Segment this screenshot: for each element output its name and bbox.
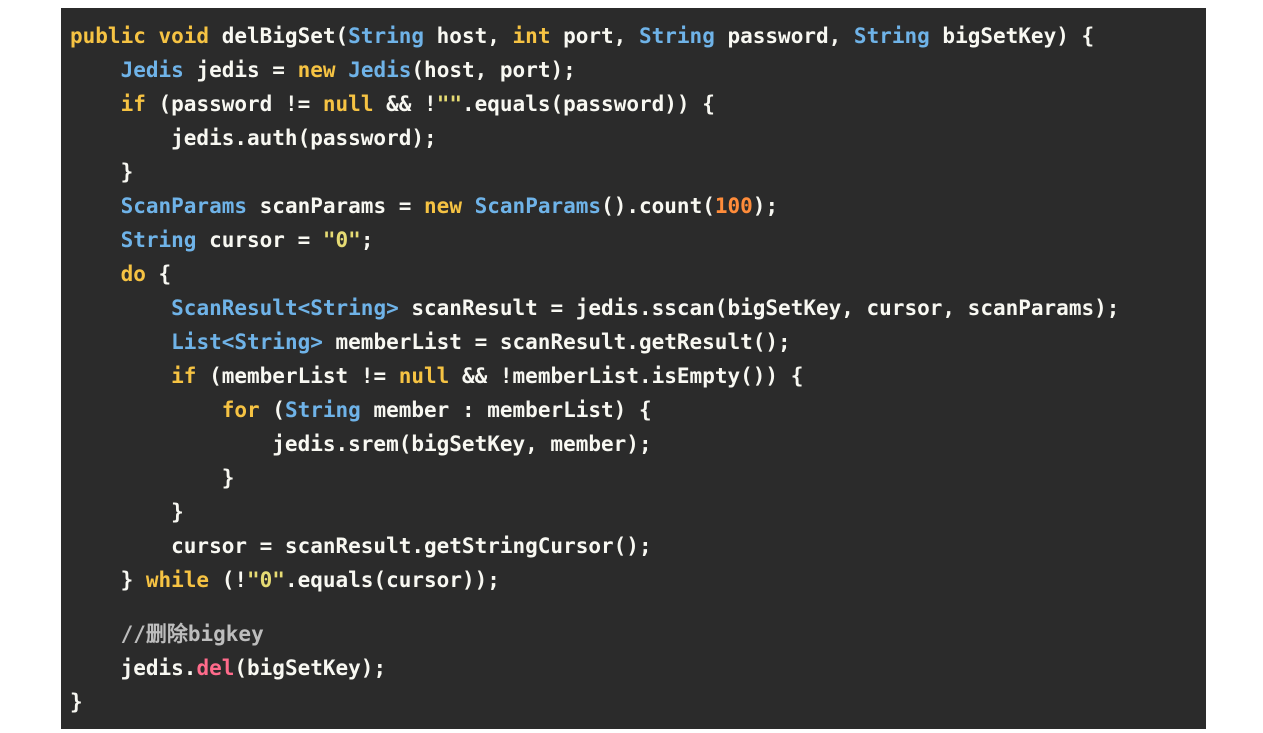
code-token-type: Jedis [120, 58, 184, 82]
code-token-keyword: new [424, 194, 462, 218]
code-token-plain: scanParams = [247, 194, 425, 218]
code-line: jedis.del(bigSetKey); [61, 651, 1206, 685]
code-line: public void delBigSet(String host, int p… [61, 19, 1206, 53]
code-token-string: "" [436, 92, 462, 116]
code-token-keyword: if [120, 92, 146, 116]
code-line: cursor = scanResult.getStringCursor(); [61, 529, 1206, 563]
code-token-plain: member : memberList) { [360, 398, 652, 422]
code-line: ScanParams scanParams = new ScanParams()… [61, 189, 1206, 223]
code-token-plain: ; [360, 228, 374, 252]
code-token-plain: cursor = [196, 228, 323, 252]
code-token-type: List<String> [171, 330, 323, 354]
code-token-string: "0" [322, 228, 361, 252]
code-token-plain: jedis.srem(bigSetKey, member); [70, 432, 652, 456]
code-line: ScanResult<String> scanResult = jedis.ss… [61, 291, 1206, 325]
code-token-type: Jedis [348, 58, 412, 82]
code-token-type: String [638, 24, 715, 48]
code-token-comment: //删除bigkey [120, 622, 264, 646]
code-token-type: ScanResult<String> [171, 296, 399, 320]
code-line: List<String> memberList = scanResult.get… [61, 325, 1206, 359]
code-line: jedis.srem(bigSetKey, member); [61, 427, 1206, 461]
code-token-type: String [853, 24, 930, 48]
code-token-plain: .equals(cursor)); [284, 568, 500, 592]
code-token-keyword: for [221, 398, 260, 422]
code-token-keyword: public void [70, 24, 222, 48]
code-token-plain: } [70, 500, 184, 524]
code-line: //删除bigkey [61, 617, 1206, 651]
code-token-plain: } [70, 568, 146, 592]
code-token-plain: } [70, 690, 83, 714]
code-token-type: String [348, 24, 425, 48]
code-token-plain: jedis.auth(password); [70, 126, 437, 150]
code-token-keyword: if [171, 364, 197, 388]
code-token-keyword: int [512, 24, 551, 48]
code-line: } [61, 685, 1206, 719]
code-line: for (String member : memberList) { [61, 393, 1206, 427]
code-token-type: ScanParams [474, 194, 602, 218]
code-line: } [61, 155, 1206, 189]
code-token-plain: port, [550, 24, 639, 48]
code-token-plain: (bigSetKey); [234, 656, 387, 680]
code-token-keyword: null [322, 92, 374, 116]
code-line: do { [61, 257, 1206, 291]
code-line: Jedis jedis = new Jedis(host, port); [61, 53, 1206, 87]
code-line: } [61, 495, 1206, 529]
code-token-plain: (memberList != [196, 364, 399, 388]
code-token-plain: && !memberList.isEmpty()) { [449, 364, 804, 388]
code-token-plain: jedis. [70, 656, 197, 680]
code-line: } [61, 461, 1206, 495]
code-token-plain: delBigSet( [221, 24, 349, 48]
code-token-plain: cursor = scanResult.getStringCursor(); [70, 534, 652, 558]
code-token-type: ScanParams [120, 194, 248, 218]
code-token-plain: } [70, 466, 235, 490]
code-line: } while (!"0".equals(cursor)); [61, 563, 1206, 597]
code-token-plain: memberList = scanResult.getResult(); [322, 330, 791, 354]
code-token-type: String [120, 228, 197, 252]
code-token-number: 100 [714, 194, 753, 218]
code-token-plain: (! [209, 568, 248, 592]
code-block: public void delBigSet(String host, int p… [61, 8, 1206, 729]
code-token-plain: password, [714, 24, 854, 48]
code-line: jedis.auth(password); [61, 121, 1206, 155]
code-token-plain: ( [259, 398, 285, 422]
code-token-plain: .equals(password)) { [461, 92, 715, 116]
code-line: if (password != null && !"".equals(passw… [61, 87, 1206, 121]
code-token-plain: (password != [145, 92, 323, 116]
code-token-plain: ); [752, 194, 779, 218]
code-token-keyword: while [145, 568, 210, 592]
code-token-plain: && ! [373, 92, 437, 116]
code-token-plain: scanResult = jedis.sscan(bigSetKey, curs… [398, 296, 1120, 320]
code-token-keyword: null [398, 364, 450, 388]
code-token-string: "0" [247, 568, 285, 592]
code-token-plain: bigSetKey) { [929, 24, 1095, 48]
code-line: if (memberList != null && !memberList.is… [61, 359, 1206, 393]
code-token-method_del: del [196, 656, 235, 680]
code-token-plain: { [145, 262, 172, 286]
code-token-type: String [284, 398, 361, 422]
code-line: String cursor = "0"; [61, 223, 1206, 257]
code-token-keyword: new [297, 58, 336, 82]
code-token-plain: (host, port); [411, 58, 576, 82]
code-token-plain: } [70, 160, 134, 184]
code-token-plain: ().count( [601, 194, 715, 218]
code-token-plain: jedis = [183, 58, 298, 82]
code-token-keyword: do [120, 262, 146, 286]
code-token-plain: host, [424, 24, 513, 48]
